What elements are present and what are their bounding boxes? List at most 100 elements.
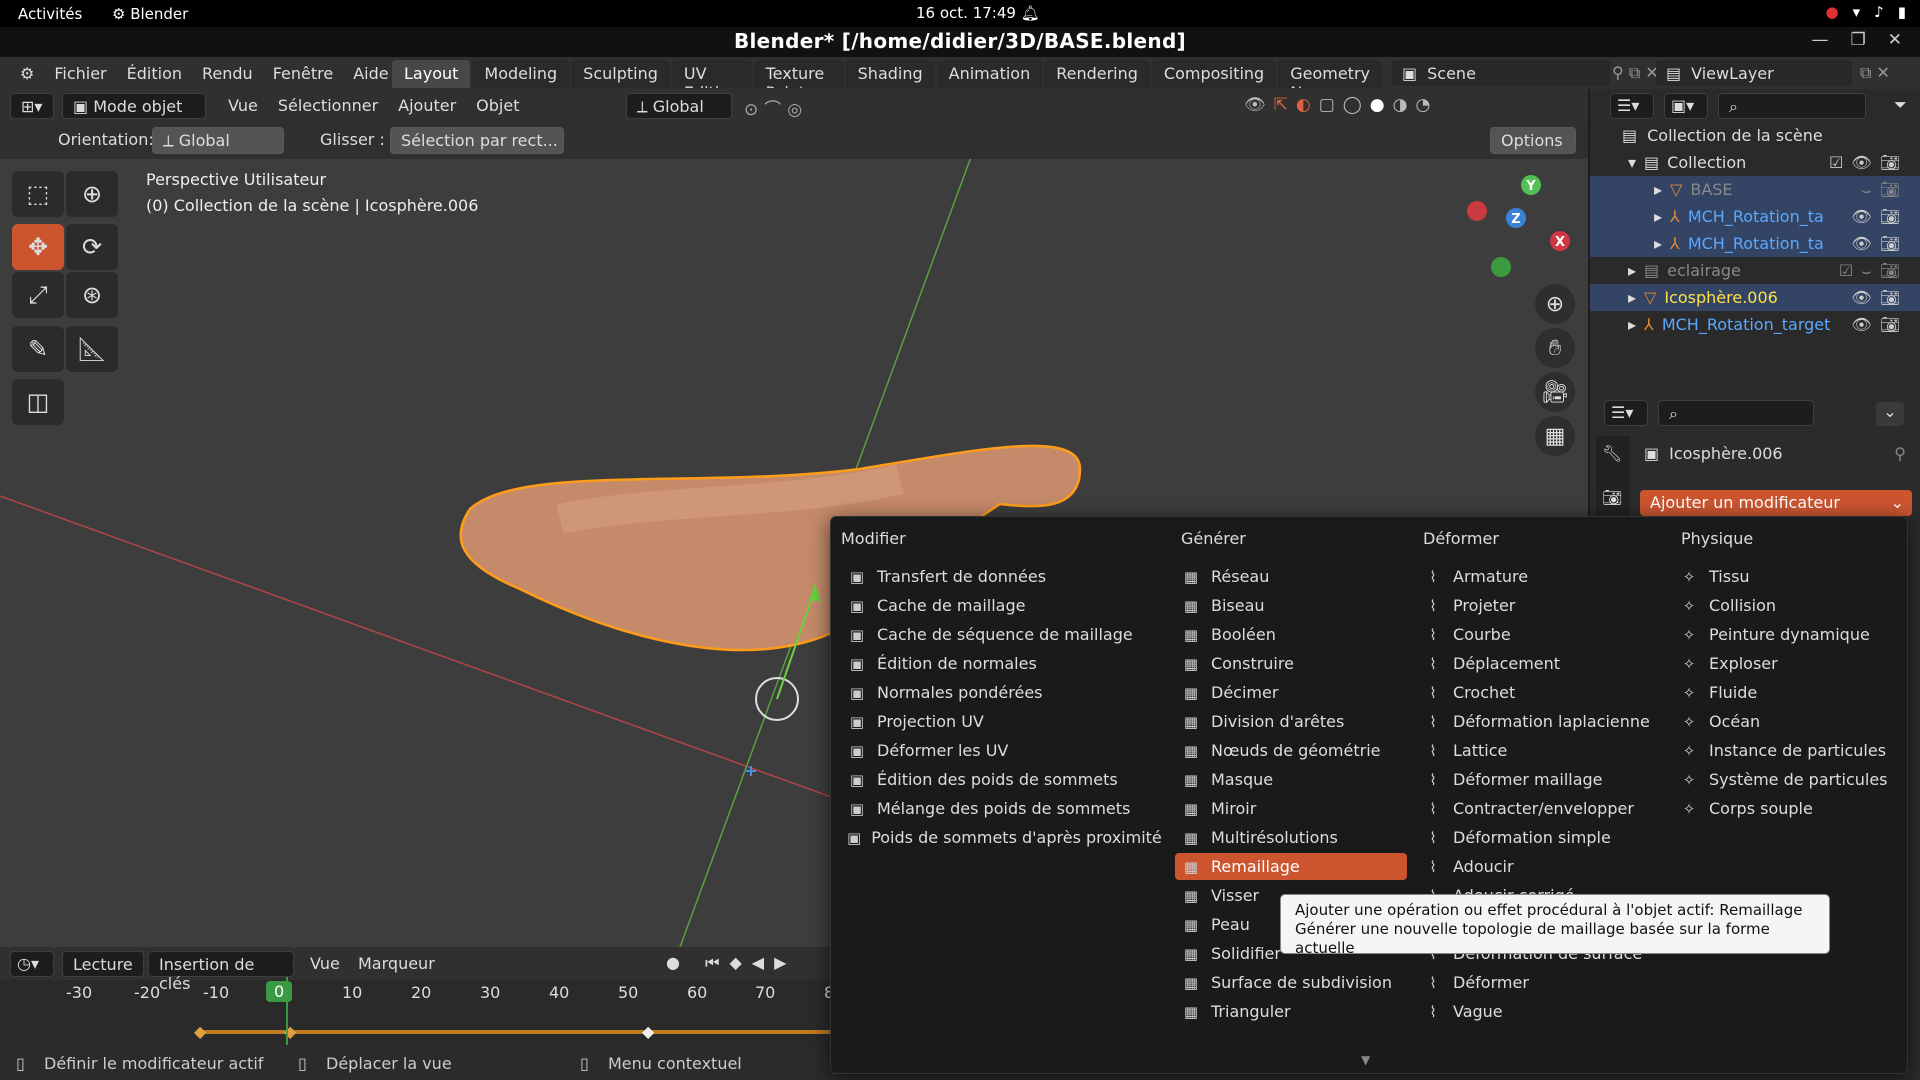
editor-type-selector[interactable]: ⊞▾ (10, 93, 54, 119)
menu-item-modifier[interactable]: ▣ Édition de normales (841, 650, 1161, 677)
minimize-icon[interactable]: — (1812, 30, 1829, 50)
menu-item-modifier[interactable]: ▣ Poids de sommets d'après proximité (841, 824, 1162, 851)
maximize-icon[interactable]: ❐ (1851, 30, 1866, 50)
menu-item-deformer[interactable]: ⌇ Adoucir (1417, 853, 1667, 880)
playback-dropdown[interactable]: Lecture (62, 951, 144, 977)
select-box-icon[interactable]: ⬚ (12, 171, 64, 217)
properties-search-input[interactable]: ⌕ (1658, 400, 1814, 426)
cursor-icon[interactable]: ⊕ (66, 171, 118, 217)
menu-item-modifier[interactable]: ▣ Transfert de données (841, 563, 1161, 590)
menu-item-modifier[interactable]: ▣ Édition des poids de sommets (841, 766, 1161, 793)
menu-item-deformer[interactable]: ⌇ Lattice (1417, 737, 1667, 764)
menu-item-generer[interactable]: ▦ Masque (1175, 766, 1407, 793)
tab-compositing[interactable]: Compositing (1151, 60, 1277, 88)
menu-item-deformer[interactable]: ⌇ Crochet (1417, 679, 1667, 706)
menu-item-modifier[interactable]: ▣ Normales pondérées (841, 679, 1161, 706)
menu-item-physique[interactable]: ✧ Corps souple (1673, 795, 1903, 822)
current-frame-indicator[interactable]: 0 (266, 981, 293, 1002)
remove-icon[interactable]: ✕ (1877, 63, 1890, 82)
row-toggles[interactable]: ⌣📷︎ (1861, 180, 1908, 200)
menu-selectionner[interactable]: Sélectionner (268, 96, 388, 115)
tab-texture-paint[interactable]: Texture Paint (753, 60, 844, 88)
menu-item-generer[interactable]: ▦ Miroir (1175, 795, 1407, 822)
copy-icon[interactable]: ⧉ (1629, 63, 1640, 82)
tab-sculpting[interactable]: Sculpting (571, 60, 670, 88)
orientation-dropdown[interactable]: ⟂ Global (152, 127, 284, 154)
camera-icon[interactable]: 🎥︎ (1535, 372, 1575, 412)
outliner-row-mch-rotation-1[interactable]: ▸ ⅄ MCH_Rotation_ta 👁︎📷︎ (1590, 203, 1920, 230)
menu-item-generer[interactable]: ▦ Multirésolutions (1175, 824, 1407, 851)
measure-icon[interactable]: 📐︎ (66, 326, 118, 372)
editor-type-icon[interactable]: ◷▾ (10, 951, 54, 977)
menu-item-generer[interactable]: ▦ Remaillage (1175, 853, 1407, 880)
row-toggles[interactable]: 👁︎📷︎ (1851, 234, 1908, 253)
menu-fichier[interactable]: Fichier (44, 64, 116, 83)
menu-item-deformer[interactable]: ⌇ Projeter (1417, 592, 1667, 619)
menu-item-physique[interactable]: ✧ Exploser (1673, 650, 1903, 677)
row-toggles[interactable]: ☑⌣📷︎ (1839, 261, 1908, 281)
transform-icon[interactable]: ⊛ (66, 272, 118, 318)
menu-ajouter[interactable]: Ajouter (388, 96, 466, 115)
rotate-icon[interactable]: ⟳ (66, 224, 118, 270)
menu-item-deformer[interactable]: ⌇ Déformer maillage (1417, 766, 1667, 793)
outliner-row-scene-collection[interactable]: ▤ Collection de la scène (1590, 122, 1920, 149)
menu-item-deformer[interactable]: ⌇ Déformation laplacienne (1417, 708, 1667, 735)
pan-hand-icon[interactable]: ✋︎ (1535, 328, 1575, 368)
tab-uv-editing[interactable]: UV Editing (671, 60, 752, 88)
outliner-row-collection[interactable]: ▾ ▤ Collection ☑👁︎📷︎ (1590, 149, 1920, 176)
blender-logo-icon[interactable]: ⚙ (10, 64, 44, 83)
tab-shading[interactable]: Shading (845, 60, 935, 88)
options-dropdown[interactable]: Options (1490, 127, 1576, 154)
move-icon[interactable]: ✥ (12, 224, 64, 270)
app-menu[interactable]: ⚙ Blender (112, 5, 188, 23)
row-toggles[interactable]: 👁︎📷︎ (1851, 207, 1908, 226)
copy-icon[interactable]: ⧉ (1860, 63, 1871, 82)
menu-item-modifier[interactable]: ▣ Cache de séquence de maillage (841, 621, 1161, 648)
row-toggles[interactable]: ☑👁︎📷︎ (1829, 153, 1908, 172)
pin-icon[interactable]: ⚲ (1894, 444, 1906, 463)
chevron-down-icon[interactable]: ⌄ (1876, 402, 1904, 426)
outliner-row-base[interactable]: ▸ ▽ BASE ⌣📷︎ (1590, 176, 1920, 203)
keyframe-diamond[interactable]: ◆ (642, 1022, 654, 1041)
pin-icon[interactable]: ⚲ (1612, 63, 1624, 82)
menu-item-physique[interactable]: ✧ Système de particules (1673, 766, 1903, 793)
funnel-icon[interactable]: ⏷ (1894, 93, 1907, 119)
row-toggles[interactable]: 👁︎📷︎ (1851, 288, 1908, 307)
menu-item-physique[interactable]: ✧ Peinture dynamique (1673, 621, 1903, 648)
menu-item-deformer[interactable]: ⌇ Armature (1417, 563, 1667, 590)
clock[interactable]: 16 oct. 17:49 🔔︎ (916, 4, 1040, 22)
menu-item-generer[interactable]: ▦ Division d'arêtes (1175, 708, 1407, 735)
menu-item-deformer[interactable]: ⌇ Déplacement (1417, 650, 1667, 677)
menu-item-modifier[interactable]: ▣ Projection UV (841, 708, 1161, 735)
tab-modeling[interactable]: Modeling (472, 60, 570, 88)
system-tray[interactable]: ● ▾ ♪ ▮ (1826, 3, 1906, 21)
transform-orientation-dropdown[interactable]: ⟂ Global (626, 93, 732, 119)
menu-edition[interactable]: Édition (117, 64, 192, 83)
menu-item-deformer[interactable]: ⌇ Courbe (1417, 621, 1667, 648)
menu-item-physique[interactable]: ✧ Fluide (1673, 679, 1903, 706)
menu-item-deformer[interactable]: ⌇ Déformer (1417, 969, 1667, 996)
viewlayer-selector[interactable]: ▤ ViewLayer (1656, 60, 1852, 86)
menu-item-modifier[interactable]: ▣ Cache de maillage (841, 592, 1161, 619)
menu-item-generer[interactable]: ▦ Surface de subdivision (1175, 969, 1407, 996)
outliner-search-input[interactable]: ⌕ (1718, 93, 1866, 119)
menu-item-modifier[interactable]: ▣ Mélange des poids de sommets (841, 795, 1161, 822)
menu-item-generer[interactable]: ▦ Décimer (1175, 679, 1407, 706)
menu-fenetre[interactable]: Fenêtre (263, 64, 344, 83)
menu-item-physique[interactable]: ✧ Tissu (1673, 563, 1903, 590)
frame-ruler[interactable]: -30 -20 -10 0 10 20 30 40 50 60 70 8 (0, 981, 834, 1009)
keyframe-diamond[interactable]: ◆ (194, 1022, 206, 1041)
outliner-row-mch-rotation-target[interactable]: ▸ ⅄ MCH_Rotation_target 👁︎📷︎ (1590, 311, 1920, 338)
menu-item-physique[interactable]: ✧ Collision (1673, 592, 1903, 619)
filter-view-icon[interactable]: ▣▾ (1664, 93, 1708, 119)
outliner-row-icosphere[interactable]: ▸ ▽ Icosphère.006 👁︎📷︎ (1590, 284, 1920, 311)
editor-type-icon[interactable]: ☰▾ (1604, 400, 1648, 426)
menu-item-generer[interactable]: ▦ Réseau (1175, 563, 1407, 590)
tab-animation[interactable]: Animation (936, 60, 1043, 88)
menu-item-physique[interactable]: ✧ Océan (1673, 708, 1903, 735)
menu-item-deformer[interactable]: ⌇ Vague (1417, 998, 1667, 1025)
menu-item-generer[interactable]: ▦ Construire (1175, 650, 1407, 677)
tool-tab-icon[interactable]: 🔧︎ (1602, 444, 1622, 463)
activities-button[interactable]: Activités (18, 5, 82, 23)
zoom-icon[interactable]: ⊕ (1535, 284, 1575, 324)
